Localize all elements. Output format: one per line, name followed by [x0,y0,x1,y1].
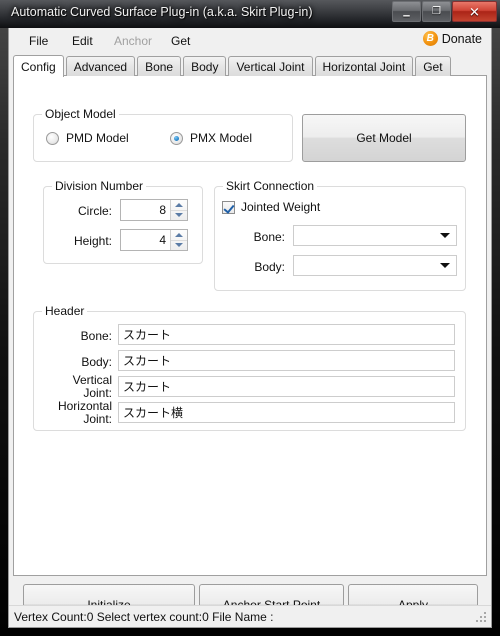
jointed-weight-label: Jointed Weight [241,200,321,214]
height-stepper[interactable]: 4 [120,229,188,251]
header-body-input[interactable]: スカート [118,350,455,371]
header-vertical-joint-input[interactable]: スカート [118,376,455,397]
division-number-legend: Division Number [52,179,147,193]
height-spin-buttons[interactable] [170,230,187,250]
height-value: 4 [159,233,166,247]
tab-horizontal-joint[interactable]: Horizontal Joint [314,56,414,76]
menu-bar: File Edit Anchor Get B Donate [9,28,491,52]
circle-spin-down[interactable] [171,211,187,221]
skirt-bone-combobox[interactable] [293,225,457,246]
height-spin-up[interactable] [171,230,187,241]
maximize-icon: ❐ [432,5,441,17]
circle-value: 8 [159,203,166,217]
header-body-label: Body: [81,355,112,369]
donate-label: Donate [441,31,482,46]
checkbox-icon [222,200,235,214]
arrow-down-icon [175,243,183,248]
skirt-bone-label: Bone: [253,230,285,244]
height-spin-down[interactable] [171,241,187,251]
tab-label: Body [191,59,219,74]
circle-spin-up[interactable] [171,200,187,211]
tab-label: Horizontal Joint [322,59,406,74]
tab-label: Get [423,59,443,74]
tab-page-config: Object Model PMD Model PMX Model Get Mod… [13,75,487,576]
client-area: File Edit Anchor Get B Donate Config Adv… [8,28,492,628]
circle-label: Circle: [77,204,112,218]
status-bar: Vertex Count:0 Select vertex count:0 Fil… [9,605,491,627]
menu-item-edit[interactable]: Edit [66,32,99,50]
division-number-group: Division Number Circle: 8 Height: 4 [43,179,203,264]
donate-button[interactable]: B Donate [422,31,482,46]
chevron-down-icon [440,263,450,268]
tab-get[interactable]: Get [415,56,451,76]
resize-grip[interactable] [476,612,488,624]
menu-item-get[interactable]: Get [165,32,196,50]
radio-dot-icon [46,131,59,145]
chevron-down-icon [440,233,450,238]
tab-label: Advanced [73,59,128,74]
object-model-legend: Object Model [42,107,119,121]
tab-bone[interactable]: Bone [137,56,182,76]
close-button[interactable]: ✕ [452,1,497,22]
menu-item-file[interactable]: File [23,32,54,50]
radio-pmd-model[interactable]: PMD Model [46,131,129,145]
header-vertical-joint-label: Vertical Joint: [72,373,112,400]
tab-advanced[interactable]: Advanced [65,56,136,76]
tab-label: Bone [145,59,174,74]
skirt-connection-group: Skirt Connection Jointed Weight Bone: Bo… [214,179,466,291]
header-legend: Header [42,304,88,318]
radio-dot-icon [170,131,183,145]
minimize-icon: – [402,7,411,22]
header-bone-label: Bone: [80,329,112,343]
skirt-connection-legend: Skirt Connection [223,179,318,193]
tab-label: Vertical Joint [236,59,305,74]
tab-body[interactable]: Body [183,56,227,76]
minimize-button[interactable]: – [392,1,421,22]
window-title: Automatic Curved Surface Plug-in (a.k.a.… [11,5,313,19]
jointed-weight-checkbox[interactable]: Jointed Weight [222,200,320,214]
arrow-up-icon [175,232,183,237]
header-horizontal-joint-input[interactable]: スカート横 [118,402,455,423]
close-icon: ✕ [469,4,480,19]
tab-vertical-joint[interactable]: Vertical Joint [228,56,313,76]
menu-item-anchor: Anchor [114,34,153,48]
title-bar: Automatic Curved Surface Plug-in (a.k.a.… [0,0,500,28]
object-model-group: Object Model PMD Model PMX Model [33,107,293,162]
header-bone-input[interactable]: スカート [118,324,455,345]
height-label: Height: [73,234,112,248]
window-controls: – ❐ ✕ [391,1,497,22]
tab-config[interactable]: Config [13,55,64,77]
circle-spin-buttons[interactable] [170,200,187,220]
get-model-button[interactable]: Get Model [302,114,466,162]
header-horizontal-joint-label: Horizontal Joint: [57,399,112,426]
application-window: Automatic Curved Surface Plug-in (a.k.a.… [0,0,500,636]
skirt-body-combobox[interactable] [293,255,457,276]
circle-stepper[interactable]: 8 [120,199,188,221]
radio-label: PMX Model [190,131,253,145]
radio-pmx-model[interactable]: PMX Model [170,131,252,145]
header-group: Header Bone: スカート Body: スカート Vertical Jo… [33,304,466,431]
donate-icon: B [422,31,438,46]
arrow-up-icon [175,202,183,207]
tab-strip: Config Advanced Bone Body Vertical Joint… [13,54,487,77]
status-text: Vertex Count:0 Select vertex count:0 Fil… [14,609,274,624]
arrow-down-icon [175,213,183,218]
radio-label: PMD Model [66,131,129,145]
skirt-body-label: Body: [254,260,285,274]
tab-label: Config [21,59,56,74]
maximize-button[interactable]: ❐ [422,1,451,22]
